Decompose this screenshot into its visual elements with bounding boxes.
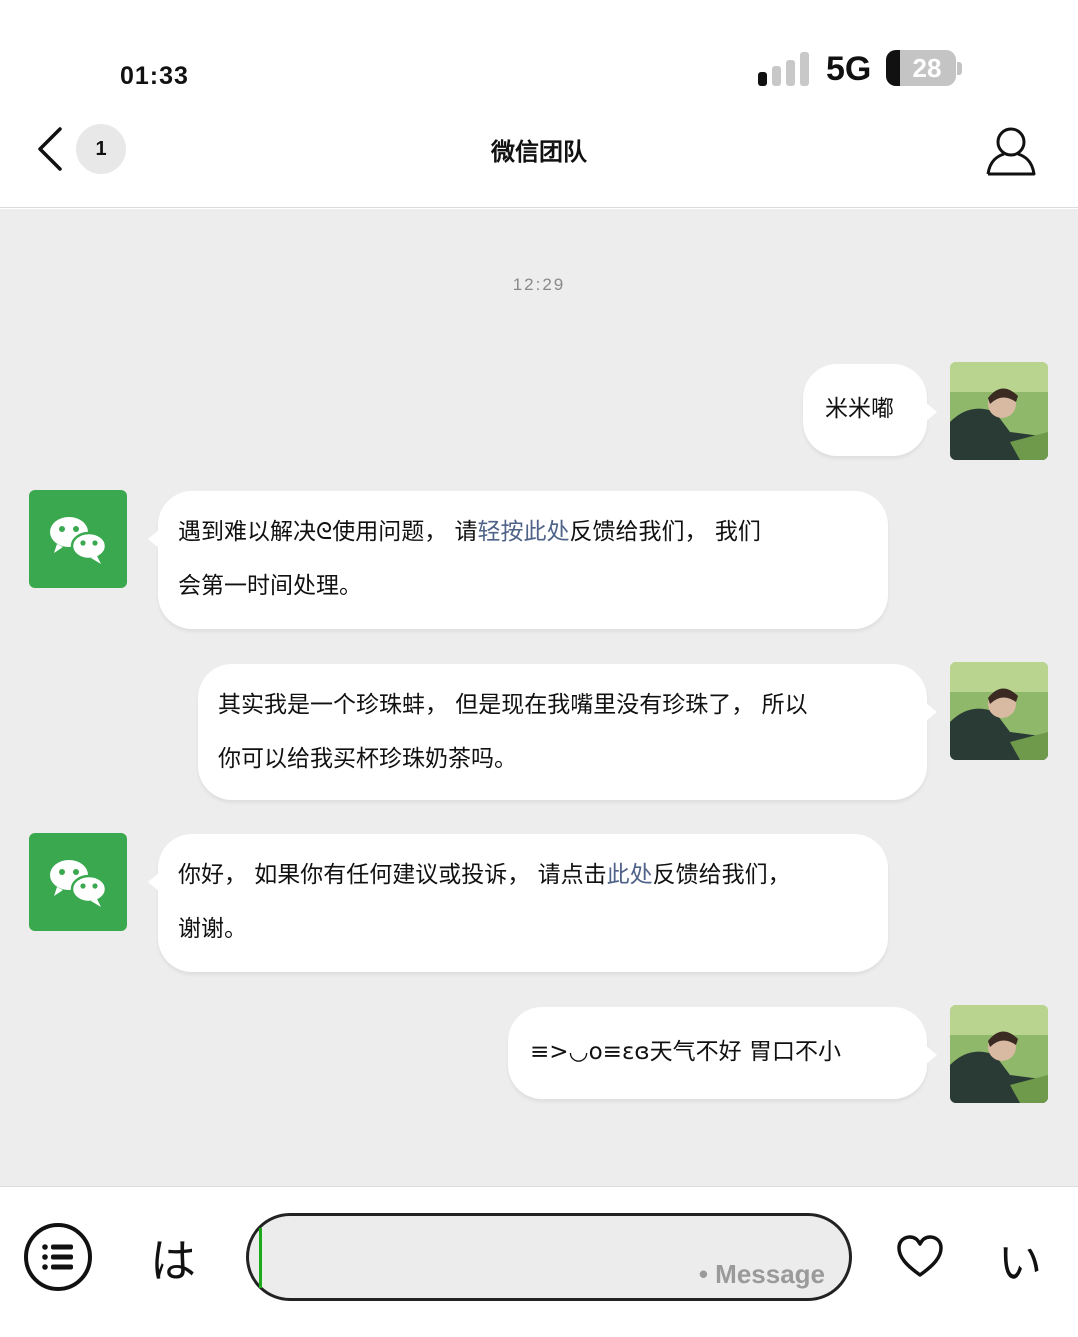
chat-area[interactable]: 12:29 米米嘟 遇到难以解决ᘓ使用问题， 请轻按此处反馈给我们， 我们 会第… [0, 209, 1078, 1186]
feedback-link[interactable]: 轻按此处 [478, 519, 570, 545]
user-avatar[interactable] [950, 662, 1048, 760]
network-type: 5G [826, 50, 872, 88]
message-text: 米米嘟 [825, 396, 894, 422]
more-button[interactable]: い [998, 1227, 1042, 1291]
message-text: 你好， 如果你有任何建议或投诉， 请点击 [178, 862, 607, 888]
text-cursor [259, 1228, 262, 1288]
message-text: 会第一时间处理。 [178, 573, 362, 599]
message-placeholder: • Message [698, 1259, 825, 1289]
feedback-link[interactable]: 此处 [607, 862, 653, 888]
heart-icon [897, 1235, 943, 1277]
message-text: 谢谢。 [178, 916, 247, 942]
nav-bar: 1 微信团队 [0, 110, 1078, 208]
emoji-button[interactable] [896, 1235, 944, 1279]
page-title: 微信团队 [491, 138, 587, 166]
battery-tip [957, 62, 962, 75]
battery-level: 28 [912, 53, 942, 83]
battery-icon: 28 [886, 50, 956, 86]
menu-button[interactable] [24, 1223, 92, 1291]
input-bar: は • Message い [0, 1186, 1078, 1337]
message-text: 反馈给我们， [652, 862, 791, 888]
user-photo [950, 362, 1048, 460]
message-text: 你可以给我买杯珍珠奶茶吗。 [218, 746, 517, 772]
message-text: 其实我是一个珍珠蚌， 但是现在我嘴里没有珍珠了， 所以 [218, 692, 808, 718]
profile-button[interactable] [984, 124, 1038, 180]
message-text: 反馈给我们， 我们 [569, 519, 761, 545]
person-icon [986, 127, 1036, 176]
wechat-avatar[interactable] [29, 490, 127, 588]
wechat-avatar[interactable] [29, 833, 127, 931]
status-bar: 01:33 5G 28 [0, 0, 1078, 110]
message-bubble[interactable]: 米米嘟 [803, 364, 937, 456]
status-time: 01:33 [120, 62, 189, 90]
message-input[interactable]: • Message [246, 1213, 852, 1301]
message-bubble[interactable]: 其实我是一个珍珠蚌， 但是现在我嘴里没有珍珠了， 所以 你可以给我买杯珍珠奶茶吗… [198, 664, 937, 800]
user-photo [950, 1005, 1048, 1103]
voice-toggle-button[interactable]: は [150, 1225, 196, 1291]
message-bubble[interactable]: 遇到难以解决ᘓ使用问题， 请轻按此处反馈给我们， 我们 会第一时间处理。 [148, 491, 888, 629]
user-avatar[interactable] [950, 362, 1048, 460]
chat-timestamp: 12:29 [512, 275, 566, 294]
wechat-logo-icon [50, 860, 108, 907]
message-text: 遇到难以解决ᘓ使用问题， 请 [178, 519, 478, 545]
message-text: ≡>◡o≡ɛɞ天气不好 胃口不小 [530, 1039, 841, 1065]
list-icon [42, 1244, 73, 1270]
message-bubble[interactable]: ≡>◡o≡ɛɞ天气不好 胃口不小 [508, 1007, 937, 1099]
message-bubble[interactable]: 你好， 如果你有任何建议或投诉， 请点击此处反馈给我们， 谢谢。 [148, 834, 888, 972]
wechat-logo-icon [50, 517, 108, 564]
signal-icon [758, 52, 814, 86]
user-photo [950, 662, 1048, 760]
user-avatar[interactable] [950, 1005, 1048, 1103]
